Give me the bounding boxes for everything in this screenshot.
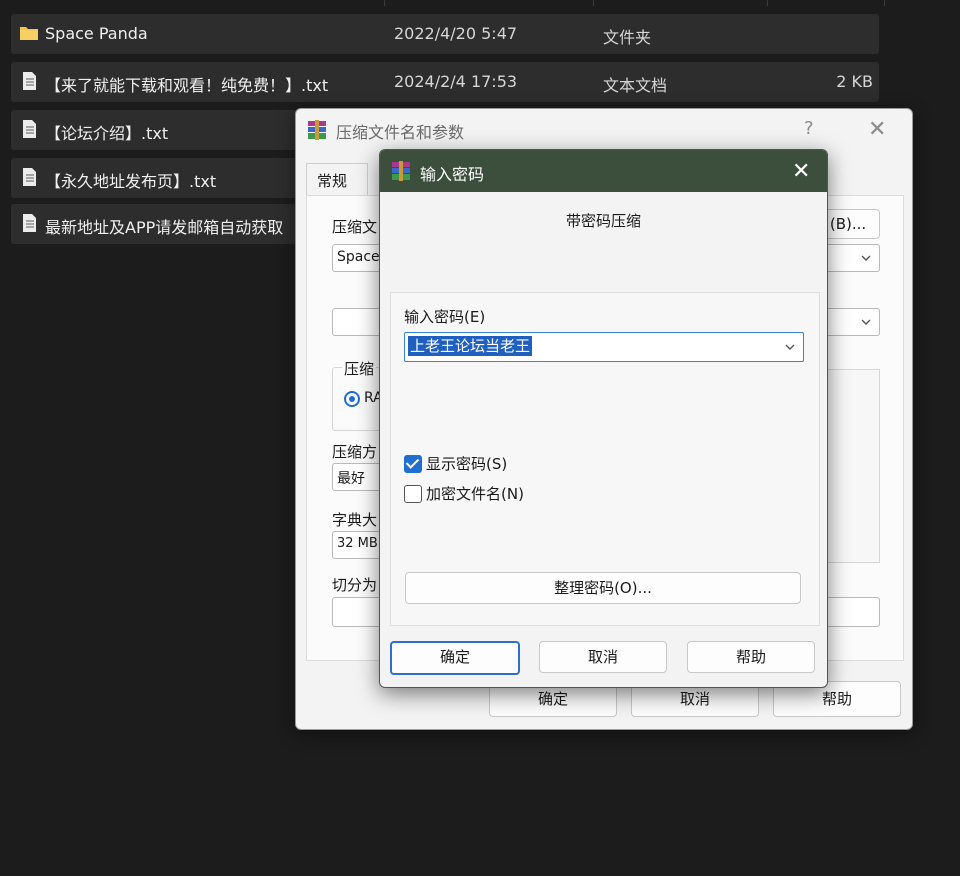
winrar-icon — [306, 119, 328, 141]
file-name: 【来了就能下载和观看！纯免费！】.txt — [45, 76, 329, 95]
method-label: 压缩方 — [332, 443, 378, 461]
file-row[interactable]: Space Panda 2022/4/20 5:47 文件夹 — [11, 14, 879, 54]
file-name: Space Panda — [45, 24, 148, 43]
split-label: 切分为 — [332, 576, 378, 594]
text-file-icon — [19, 119, 39, 139]
encrypt-names-label: 加密文件名(N) — [426, 485, 524, 503]
column-separator[interactable] — [593, 0, 594, 6]
password-ok-button[interactable]: 确定 — [390, 641, 520, 675]
show-password-checkbox[interactable] — [404, 455, 422, 473]
file-row[interactable]: 【论坛介绍】.txt — [11, 110, 311, 150]
file-row[interactable]: 【来了就能下载和观看！纯免费！】.txt 2024/2/4 17:53 文本文档… — [11, 62, 879, 102]
encrypt-names-checkbox[interactable] — [404, 485, 422, 503]
column-separator[interactable] — [767, 0, 768, 6]
format-radio-rar[interactable] — [344, 391, 360, 407]
column-separator[interactable] — [884, 0, 885, 6]
password-cancel-button[interactable]: 取消 — [539, 641, 667, 673]
file-size: 2 KB — [836, 72, 873, 91]
password-dialog-heading: 带密码压缩 — [565, 212, 641, 230]
password-input[interactable]: 上老王论坛当老王 — [404, 332, 804, 362]
chevron-down-icon[interactable] — [861, 317, 871, 327]
password-help-button[interactable]: 帮助 — [687, 641, 815, 673]
chevron-down-icon[interactable] — [785, 342, 795, 352]
password-dialog: 输入密码 ✕ 带密码压缩 输入密码(E) 上老王论坛当老王 显示密码(S) 加密… — [379, 149, 828, 688]
password-value: 上老王论坛当老王 — [408, 336, 533, 356]
column-separator[interactable] — [384, 0, 385, 6]
file-name: 【论坛介绍】.txt — [45, 124, 169, 143]
folder-icon — [19, 23, 39, 43]
file-name: 最新地址及APP请发邮箱自动获取 — [45, 218, 284, 237]
close-icon[interactable]: ✕ — [792, 161, 810, 183]
winrar-icon — [390, 160, 412, 182]
archive-name-label: 压缩文 — [332, 218, 378, 236]
password-dialog-titlebar[interactable]: 输入密码 ✕ — [380, 150, 827, 192]
file-type: 文本文档 — [603, 76, 668, 95]
archive-dialog-titlebar[interactable]: 压缩文件名和参数 ? ✕ — [296, 109, 912, 149]
file-name: 【永久地址发布页】.txt — [45, 172, 217, 191]
text-file-icon — [19, 213, 39, 233]
text-file-icon — [19, 71, 39, 91]
file-row[interactable]: 【永久地址发布页】.txt — [11, 158, 311, 198]
organize-passwords-button[interactable]: 整理密码(O)... — [405, 572, 801, 604]
file-date: 2022/4/20 5:47 — [394, 24, 518, 43]
file-row[interactable]: 最新地址及APP请发邮箱自动获取 — [11, 204, 311, 244]
show-password-label: 显示密码(S) — [426, 455, 508, 473]
password-dialog-title: 输入密码 — [420, 165, 485, 184]
help-icon[interactable]: ? — [804, 118, 814, 139]
close-icon[interactable]: ✕ — [868, 119, 886, 141]
chevron-down-icon[interactable] — [861, 253, 871, 263]
text-file-icon — [19, 167, 39, 187]
archive-dialog-title: 压缩文件名和参数 — [336, 123, 465, 142]
file-date: 2024/2/4 17:53 — [394, 72, 518, 91]
format-label: 压缩 — [342, 358, 377, 379]
tab-general[interactable]: 常规 — [306, 163, 368, 196]
dictionary-label: 字典大 — [332, 511, 378, 529]
file-type: 文件夹 — [603, 28, 652, 47]
password-label: 输入密码(E) — [404, 308, 486, 326]
